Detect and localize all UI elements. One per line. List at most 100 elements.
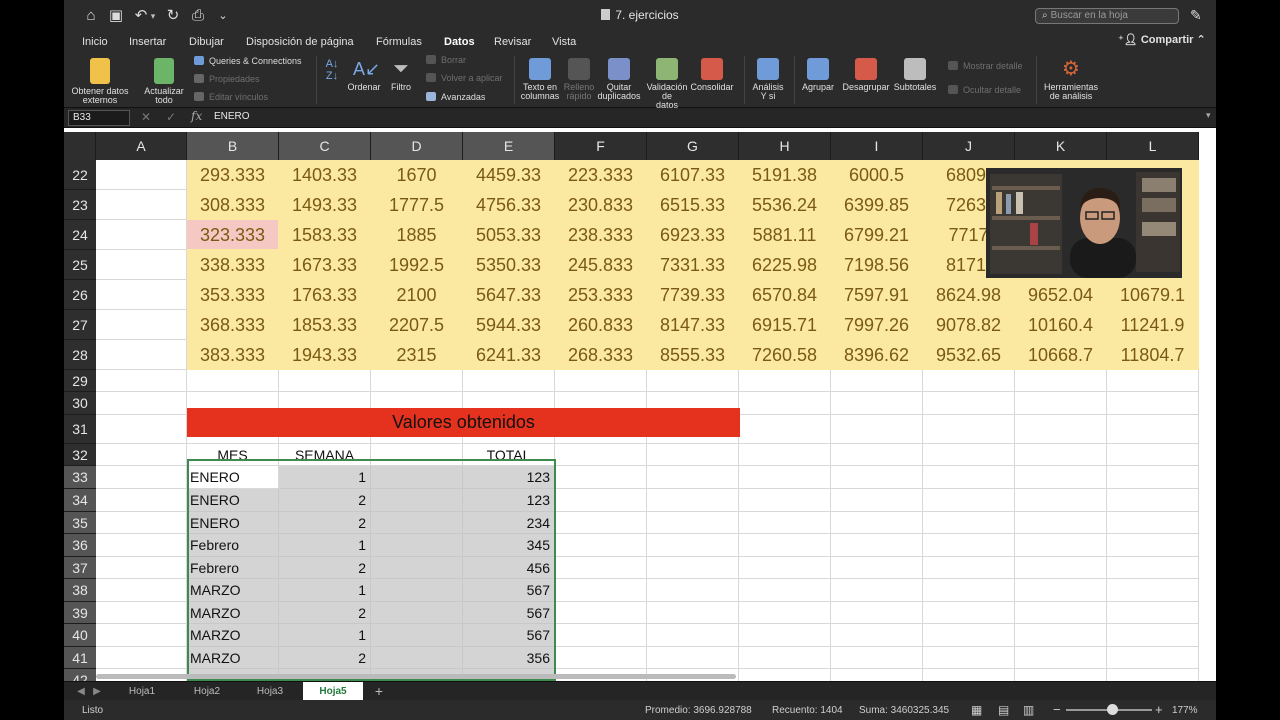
cell-b24[interactable]: 323.333	[187, 220, 279, 250]
cell-g37[interactable]	[647, 557, 739, 579]
cell-l36[interactable]	[1107, 534, 1199, 557]
cell-h27[interactable]: 6915.71	[739, 310, 831, 340]
column-header-l[interactable]: L	[1107, 132, 1199, 160]
cell-d24[interactable]: 1885	[371, 220, 463, 250]
cell-b29[interactable]	[187, 370, 279, 392]
results-row-8-col-2[interactable]: 1	[279, 624, 371, 647]
results-row-7-col-1[interactable]: MARZO	[187, 602, 279, 624]
consolidate-button[interactable]: Consolidar	[688, 58, 736, 92]
cell-f23[interactable]: 230.833	[555, 190, 647, 220]
column-header-h[interactable]: H	[739, 132, 831, 160]
results-row-8-col-4[interactable]: 567	[463, 624, 555, 647]
insert-function-icon[interactable]: fx	[191, 109, 202, 123]
cell-k31[interactable]	[1015, 415, 1107, 444]
zoom-out-button[interactable]: −	[1053, 702, 1061, 717]
cell-k38[interactable]	[1015, 579, 1107, 602]
cell-k33[interactable]	[1015, 466, 1107, 489]
cell-a40[interactable]	[96, 624, 187, 647]
cell-j27[interactable]: 9078.82	[923, 310, 1015, 340]
cell-f39[interactable]	[555, 602, 647, 624]
cell-i29[interactable]	[831, 370, 923, 392]
cell-a26[interactable]	[96, 280, 187, 310]
cell-l42[interactable]	[1107, 669, 1199, 681]
results-header-3[interactable]	[371, 444, 463, 466]
cell-h26[interactable]: 6570.84	[739, 280, 831, 310]
cell-i30[interactable]	[831, 392, 923, 415]
column-header-k[interactable]: K	[1015, 132, 1107, 160]
cell-a31[interactable]	[96, 415, 187, 444]
column-header-g[interactable]: G	[647, 132, 739, 160]
cell-h33[interactable]	[739, 466, 831, 489]
results-row-9-col-1[interactable]: MARZO	[187, 647, 279, 669]
tab-inicio[interactable]: Inicio	[82, 34, 108, 50]
cell-f32[interactable]	[555, 444, 647, 466]
edit-links-button[interactable]: Editar vínculos	[194, 91, 268, 103]
cell-k37[interactable]	[1015, 557, 1107, 579]
cell-a23[interactable]	[96, 190, 187, 220]
queries-connections-button[interactable]: Queries & Connections	[194, 55, 302, 67]
results-row-2-col-4[interactable]: 123	[463, 489, 555, 512]
worksheet-grid[interactable]: ABCDEFGHIJKL 22 23 24 25 26 27 28 29 30 31 32 33 34 3…	[64, 128, 1216, 681]
column-header-i[interactable]: I	[831, 132, 923, 160]
cell-i38[interactable]	[831, 579, 923, 602]
cell-l26[interactable]: 10679.1	[1107, 280, 1199, 310]
page-layout-icon[interactable]: ▤	[998, 703, 1009, 717]
cell-a32[interactable]	[96, 444, 187, 466]
cell-c25[interactable]: 1673.33	[279, 250, 371, 280]
cell-h39[interactable]	[739, 602, 831, 624]
cell-i35[interactable]	[831, 512, 923, 534]
cell-h32[interactable]	[739, 444, 831, 466]
cell-h42[interactable]	[739, 669, 831, 681]
results-row-4-col-3[interactable]	[371, 534, 463, 557]
cell-j35[interactable]	[923, 512, 1015, 534]
cell-i42[interactable]	[831, 669, 923, 681]
cell-h30[interactable]	[739, 392, 831, 415]
results-row-5-col-3[interactable]	[371, 557, 463, 579]
row-header-24[interactable]: 24	[64, 220, 96, 250]
results-row-2-col-3[interactable]	[371, 489, 463, 512]
cell-f38[interactable]	[555, 579, 647, 602]
cell-g36[interactable]	[647, 534, 739, 557]
cell-h34[interactable]	[739, 489, 831, 512]
results-row-3-col-2[interactable]: 2	[279, 512, 371, 534]
cell-a30[interactable]	[96, 392, 187, 415]
tab-revisar[interactable]: Revisar	[494, 34, 531, 50]
analysis-tools-button[interactable]: ⚙ Herramientas de análisis	[1042, 58, 1100, 101]
results-row-6-col-3[interactable]	[371, 579, 463, 602]
cell-i33[interactable]	[831, 466, 923, 489]
cell-k28[interactable]: 10668.7	[1015, 340, 1107, 370]
cell-k26[interactable]: 9652.04	[1015, 280, 1107, 310]
cell-j40[interactable]	[923, 624, 1015, 647]
reapply-button[interactable]: Volver a aplicar	[426, 72, 503, 84]
cell-l31[interactable]	[1107, 415, 1199, 444]
results-row-9-col-2[interactable]: 2	[279, 647, 371, 669]
cell-l27[interactable]: 11241.9	[1107, 310, 1199, 340]
select-all-corner[interactable]	[64, 132, 96, 160]
text-to-columns-button[interactable]: Texto en columnas	[518, 58, 562, 101]
cancel-icon[interactable]: ✕	[141, 110, 151, 124]
what-if-analysis-button[interactable]: Análisis Y si	[748, 58, 788, 101]
cell-j39[interactable]	[923, 602, 1015, 624]
cell-e23[interactable]: 4756.33	[463, 190, 555, 220]
cell-l29[interactable]	[1107, 370, 1199, 392]
cell-j26[interactable]: 8624.98	[923, 280, 1015, 310]
cell-i36[interactable]	[831, 534, 923, 557]
cell-f34[interactable]	[555, 489, 647, 512]
search-field[interactable]: ⌕ Buscar en la hoja	[1035, 8, 1179, 24]
cell-f36[interactable]	[555, 534, 647, 557]
cell-b23[interactable]: 308.333	[187, 190, 279, 220]
subtotals-button[interactable]: Subtotales	[892, 58, 938, 92]
cell-g29[interactable]	[647, 370, 739, 392]
cell-b26[interactable]: 353.333	[187, 280, 279, 310]
results-row-5-col-2[interactable]: 2	[279, 557, 371, 579]
tab-vista[interactable]: Vista	[552, 34, 576, 50]
horizontal-scrollbar[interactable]	[96, 674, 736, 679]
results-row-5-col-1[interactable]: Febrero	[187, 557, 279, 579]
cell-j32[interactable]	[923, 444, 1015, 466]
cell-k41[interactable]	[1015, 647, 1107, 669]
results-row-1-col-4[interactable]: 123	[463, 466, 555, 489]
cell-a37[interactable]	[96, 557, 187, 579]
cell-j42[interactable]	[923, 669, 1015, 681]
cell-d29[interactable]	[371, 370, 463, 392]
cell-d25[interactable]: 1992.5	[371, 250, 463, 280]
